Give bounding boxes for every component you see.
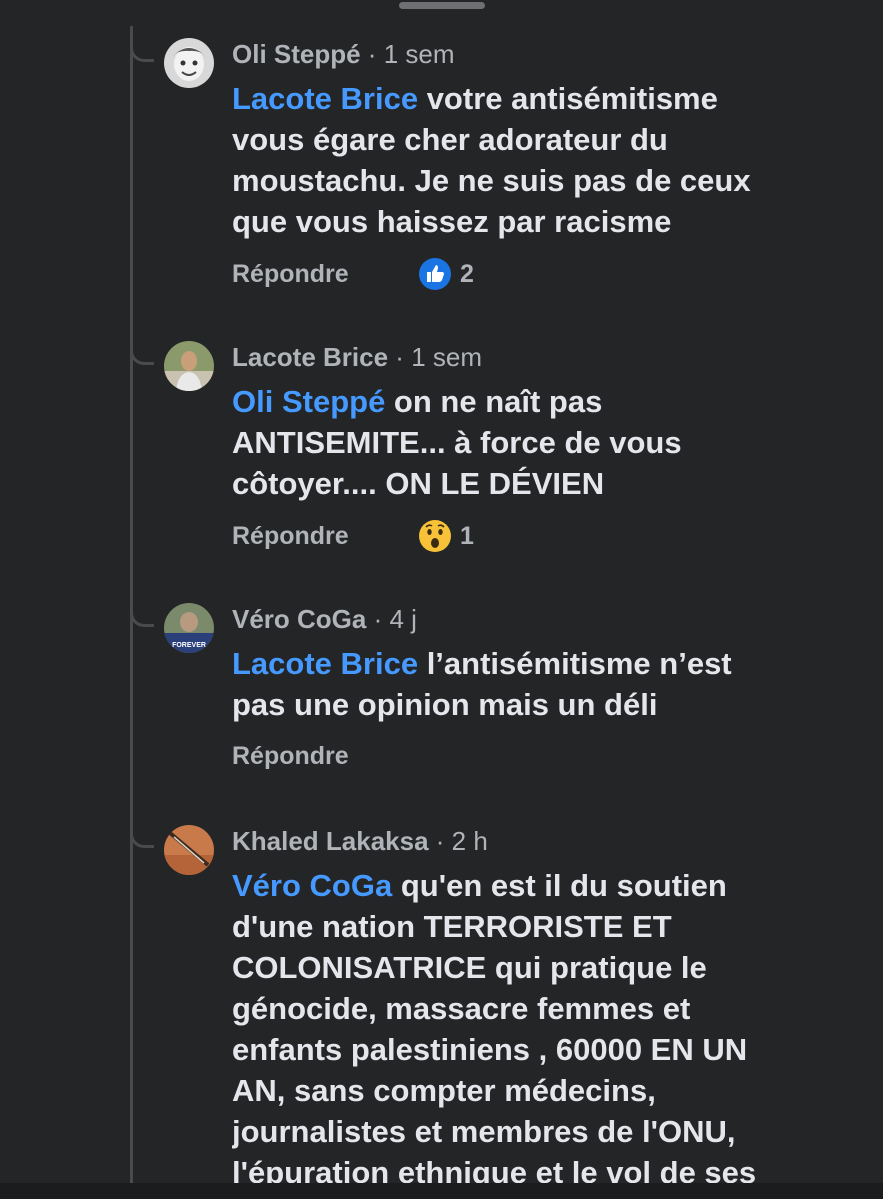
comment-text: Lacote Brice votre antisémitisme vous ég… <box>232 78 852 242</box>
thread-branch <box>130 26 154 62</box>
comment-actions: Répondre <box>232 738 852 774</box>
mention-link[interactable]: Véro CoGa <box>232 868 392 903</box>
reply-button[interactable]: Répondre <box>232 522 349 551</box>
comment-meta: Khaled Lakaksa · 2 h <box>232 825 852 857</box>
thread-branch <box>130 329 154 365</box>
comment-meta: Véro CoGa · 4 j <box>232 603 852 635</box>
bottom-edge <box>0 1183 883 1199</box>
thread-branch <box>130 591 154 627</box>
comment-author[interactable]: Véro CoGa <box>232 604 366 634</box>
separator-dot: · <box>360 39 384 69</box>
thread-branch <box>130 812 154 848</box>
avatar-photo-icon: FOREVER <box>164 603 214 653</box>
comment-text: Véro CoGa qu'en est il du soutien d'une … <box>232 865 852 1199</box>
comment-meta: Lacote Brice · 1 sem <box>232 341 852 373</box>
avatar[interactable] <box>164 825 214 875</box>
comment-time[interactable]: 4 j <box>389 604 416 634</box>
like-reaction-icon <box>419 258 451 290</box>
reaction-summary[interactable]: 1 <box>418 518 474 554</box>
reply-button[interactable]: Répondre <box>232 742 349 771</box>
mention-link[interactable]: Lacote Brice <box>232 81 418 116</box>
comment-text: Lacote Brice l’antisémitisme n’est pas u… <box>232 643 852 725</box>
avatar-photo-icon <box>164 825 214 875</box>
comment-time[interactable]: 1 sem <box>411 342 482 372</box>
comment-time[interactable]: 2 h <box>452 826 488 856</box>
comment-time[interactable]: 1 sem <box>384 39 455 69</box>
avatar-photo-icon <box>164 38 214 88</box>
separator-dot: · <box>428 826 452 856</box>
mention-link[interactable]: Oli Steppé <box>232 384 385 419</box>
comment-actions: Répondre 1 <box>232 518 852 554</box>
sheet-drag-handle[interactable] <box>399 2 485 9</box>
avatar-photo-icon <box>164 341 214 391</box>
reaction-summary[interactable]: 2 <box>418 256 474 292</box>
mention-link[interactable]: Lacote Brice <box>232 646 418 681</box>
separator-dot: · <box>388 342 412 372</box>
wow-reaction-icon <box>419 520 451 552</box>
comment-author[interactable]: Khaled Lakaksa <box>232 826 429 856</box>
reaction-count: 1 <box>460 521 474 550</box>
comment-text: Oli Steppé on ne naît pas ANTISEMITE... … <box>232 381 852 504</box>
separator-dot: · <box>366 604 390 634</box>
comment-author[interactable]: Oli Steppé <box>232 39 361 69</box>
avatar[interactable] <box>164 341 214 391</box>
avatar-caption: FOREVER <box>172 642 206 649</box>
reaction-count: 2 <box>460 259 474 288</box>
reply-button[interactable]: Répondre <box>232 260 349 289</box>
avatar[interactable]: FOREVER <box>164 603 214 653</box>
comment-meta: Oli Steppé · 1 sem <box>232 38 852 70</box>
comment-author[interactable]: Lacote Brice <box>232 342 388 372</box>
comment-body: qu'en est il du soutien d'une nation TER… <box>232 868 757 1190</box>
comment-actions: Répondre 2 <box>232 256 852 292</box>
avatar[interactable] <box>164 38 214 88</box>
